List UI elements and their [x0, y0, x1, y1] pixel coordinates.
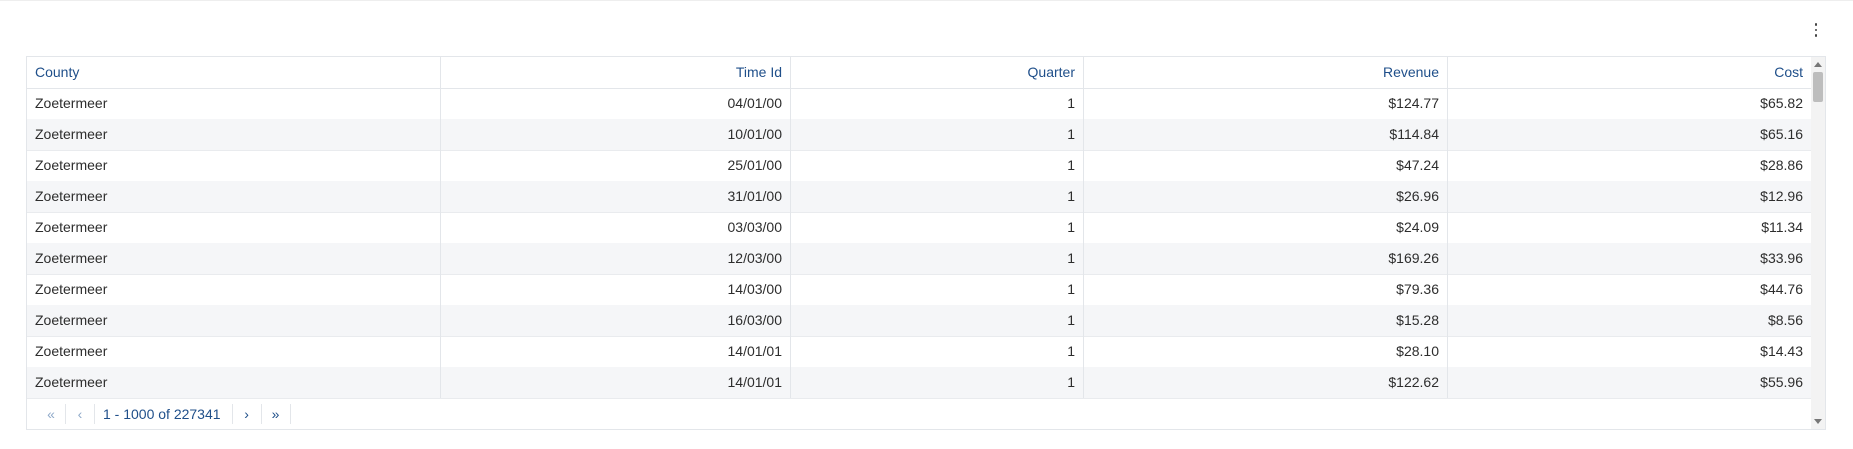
table-row[interactable]: Zoetermeer 10/01/00 1 $114.84 $65.16	[27, 119, 1811, 151]
cell-county: Zoetermeer	[27, 119, 441, 150]
table-row[interactable]: Zoetermeer 14/01/01 1 $122.62 $55.96	[27, 367, 1811, 399]
scrollbar-thumb[interactable]	[1813, 72, 1823, 102]
cell-revenue: $47.24	[1084, 150, 1448, 181]
cell-county: Zoetermeer	[27, 181, 441, 212]
more-vertical-icon[interactable]	[1807, 18, 1825, 42]
cell-county: Zoetermeer	[27, 367, 441, 398]
cell-time-id: 14/01/01	[441, 367, 791, 398]
cell-quarter: 1	[791, 88, 1084, 119]
first-page-button[interactable]: «	[37, 404, 66, 424]
cell-time-id: 25/01/00	[441, 150, 791, 181]
table-row[interactable]: Zoetermeer 04/01/00 1 $124.77 $65.82	[27, 88, 1811, 120]
cell-cost: $65.16	[1760, 126, 1803, 142]
table-row[interactable]: Zoetermeer 03/03/00 1 $24.09 $11.34	[27, 212, 1811, 244]
cell-time-id: 16/03/00	[441, 305, 791, 336]
scroll-up-arrow-icon[interactable]	[1814, 62, 1822, 67]
table-row[interactable]: Zoetermeer 31/01/00 1 $26.96 $12.96	[27, 181, 1811, 213]
cell-time-id: 31/01/00	[441, 181, 791, 212]
cell-time-id: 03/03/00	[441, 212, 791, 243]
cell-county: Zoetermeer	[27, 212, 441, 243]
table-row[interactable]: Zoetermeer 16/03/00 1 $15.28 $8.56	[27, 305, 1811, 337]
cell-time-id: 14/01/01	[441, 336, 791, 367]
next-page-button[interactable]: ›	[233, 404, 262, 424]
previous-page-button[interactable]: ‹	[66, 404, 95, 424]
cell-revenue: $124.77	[1084, 88, 1448, 119]
table-row[interactable]: Zoetermeer 14/01/01 1 $28.10 $14.43	[27, 336, 1811, 368]
column-header-time-id[interactable]: Time Id	[441, 57, 791, 88]
column-header-revenue[interactable]: Revenue	[1084, 57, 1448, 88]
cell-cost: $11.34	[1761, 219, 1803, 235]
pagination-bar: « ‹ 1 - 1000 of 227341 › »	[27, 399, 1811, 429]
cell-quarter: 1	[791, 243, 1084, 274]
cell-time-id: 12/03/00	[441, 243, 791, 274]
cell-cost: $28.86	[1760, 157, 1803, 173]
table-row[interactable]: Zoetermeer 25/01/00 1 $47.24 $28.86	[27, 150, 1811, 182]
table-header-row: County Time Id Quarter Revenue Cost	[27, 57, 1811, 89]
top-divider	[0, 0, 1853, 1]
cell-quarter: 1	[791, 274, 1084, 305]
cell-revenue: $24.09	[1084, 212, 1448, 243]
cell-cost: $65.82	[1760, 95, 1803, 111]
cell-county: Zoetermeer	[27, 336, 441, 367]
column-header-county[interactable]: County	[27, 57, 441, 88]
cell-revenue: $28.10	[1084, 336, 1448, 367]
cell-county: Zoetermeer	[27, 243, 441, 274]
data-table: County Time Id Quarter Revenue Cost Zoet…	[26, 56, 1826, 430]
cell-cost: $8.56	[1767, 312, 1803, 328]
cell-county: Zoetermeer	[27, 305, 441, 336]
column-header-quarter[interactable]: Quarter	[791, 57, 1084, 88]
scroll-down-arrow-icon[interactable]	[1814, 419, 1822, 424]
cell-county: Zoetermeer	[27, 88, 441, 119]
cell-quarter: 1	[791, 181, 1084, 212]
cell-revenue: $26.96	[1084, 181, 1448, 212]
cell-quarter: 1	[791, 150, 1084, 181]
cell-revenue: $15.28	[1084, 305, 1448, 336]
cell-cost: $12.96	[1760, 188, 1803, 204]
cell-cost: $55.96	[1760, 374, 1803, 390]
cell-cost: $33.96	[1760, 250, 1803, 266]
cell-county: Zoetermeer	[27, 274, 441, 305]
page-range-info: 1 - 1000 of 227341	[95, 404, 233, 424]
cell-time-id: 04/01/00	[441, 88, 791, 119]
cell-revenue: $122.62	[1084, 367, 1448, 398]
table-row[interactable]: Zoetermeer 12/03/00 1 $169.26 $33.96	[27, 243, 1811, 275]
cell-cost: $44.76	[1760, 281, 1803, 297]
cell-time-id: 14/03/00	[441, 274, 791, 305]
cell-revenue: $79.36	[1084, 274, 1448, 305]
cell-quarter: 1	[791, 305, 1084, 336]
cell-quarter: 1	[791, 367, 1084, 398]
column-header-cost[interactable]: Cost	[1448, 57, 1811, 88]
cell-county: Zoetermeer	[27, 150, 441, 181]
last-page-button[interactable]: »	[262, 404, 291, 424]
vertical-scrollbar[interactable]	[1811, 57, 1825, 429]
cell-revenue: $114.84	[1084, 119, 1448, 150]
table-row[interactable]: Zoetermeer 14/03/00 1 $79.36 $44.76	[27, 274, 1811, 306]
cell-time-id: 10/01/00	[441, 119, 791, 150]
cell-cost: $14.43	[1760, 343, 1803, 359]
cell-quarter: 1	[791, 336, 1084, 367]
cell-quarter: 1	[791, 119, 1084, 150]
cell-quarter: 1	[791, 212, 1084, 243]
cell-revenue: $169.26	[1084, 243, 1448, 274]
